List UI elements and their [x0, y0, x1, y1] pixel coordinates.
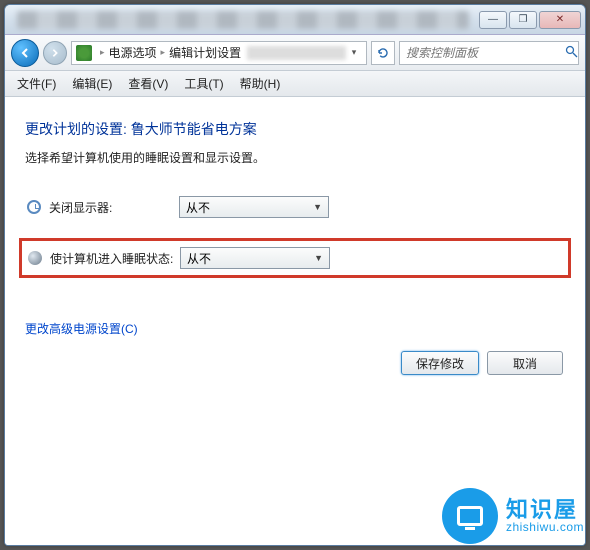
minimize-button[interactable]: —: [479, 11, 507, 29]
action-buttons: 保存修改 取消: [401, 351, 563, 375]
menu-bar: 文件(F) 编辑(E) 查看(V) 工具(T) 帮助(H): [5, 71, 585, 97]
control-panel-window: — ❐ ✕ ▸ 电源选项 ▸ 编辑计划设置 ▾: [4, 4, 586, 546]
display-off-dropdown[interactable]: 从不 ▼: [179, 196, 329, 218]
chevron-icon: ▸: [100, 47, 105, 58]
breadcrumb-item[interactable]: 电源选项: [109, 44, 157, 61]
cancel-button[interactable]: 取消: [487, 351, 563, 375]
clock-icon: [25, 198, 43, 216]
menu-help[interactable]: 帮助(H): [232, 72, 289, 95]
page-heading: 更改计划的设置: 鲁大师节能省电方案: [25, 119, 565, 139]
address-bar: ▸ 电源选项 ▸ 编辑计划设置 ▾: [5, 35, 585, 71]
sleep-dropdown[interactable]: 从不 ▼: [180, 247, 330, 269]
close-button[interactable]: ✕: [539, 11, 581, 29]
chevron-down-icon: ▼: [313, 202, 322, 212]
breadcrumb-item[interactable]: 编辑计划设置: [169, 44, 241, 61]
watermark-text: 知识屋 zhishiwu.com: [506, 499, 584, 533]
menu-tools[interactable]: 工具(T): [176, 72, 231, 95]
moon-icon: [26, 249, 44, 267]
menu-edit[interactable]: 编辑(E): [64, 72, 120, 95]
chevron-down-icon: ▼: [314, 253, 323, 263]
menu-view[interactable]: 查看(V): [120, 72, 176, 95]
refresh-button[interactable]: [371, 41, 395, 65]
titlebar: — ❐ ✕: [5, 5, 585, 35]
menu-file[interactable]: 文件(F): [9, 72, 64, 95]
control-panel-icon: [76, 45, 92, 61]
advanced-settings-link[interactable]: 更改高级电源设置(C): [25, 320, 138, 337]
content-area: 更改计划的设置: 鲁大师节能省电方案 选择希望计算机使用的睡眠设置和显示设置。 …: [5, 97, 585, 545]
sleep-label: 使计算机进入睡眠状态:: [50, 250, 180, 267]
back-button[interactable]: [11, 39, 39, 67]
watermark-icon: [442, 488, 498, 544]
window-controls: — ❐ ✕: [477, 11, 581, 29]
forward-button[interactable]: [43, 41, 67, 65]
title-text-blurred: [17, 11, 469, 29]
save-button[interactable]: 保存修改: [401, 351, 479, 375]
row-sleep-highlighted: 使计算机进入睡眠状态: 从不 ▼: [19, 238, 571, 278]
chevron-icon: ▸: [161, 47, 166, 58]
breadcrumb-path[interactable]: ▸ 电源选项 ▸ 编辑计划设置 ▾: [71, 41, 367, 65]
search-box[interactable]: [399, 41, 579, 65]
maximize-button[interactable]: ❐: [509, 11, 537, 29]
dropdown-value: 从不: [187, 250, 211, 267]
display-off-label: 关闭显示器:: [49, 199, 179, 216]
watermark-logo: 知识屋 zhishiwu.com: [442, 488, 584, 544]
row-turn-off-display: 关闭显示器: 从不 ▼: [25, 194, 565, 220]
path-blurred: [247, 46, 346, 60]
search-icon[interactable]: [565, 45, 578, 61]
search-input[interactable]: [404, 45, 565, 61]
dropdown-value: 从不: [186, 199, 210, 216]
page-subtext: 选择希望计算机使用的睡眠设置和显示设置。: [25, 149, 565, 166]
dropdown-icon[interactable]: ▾: [346, 47, 362, 58]
